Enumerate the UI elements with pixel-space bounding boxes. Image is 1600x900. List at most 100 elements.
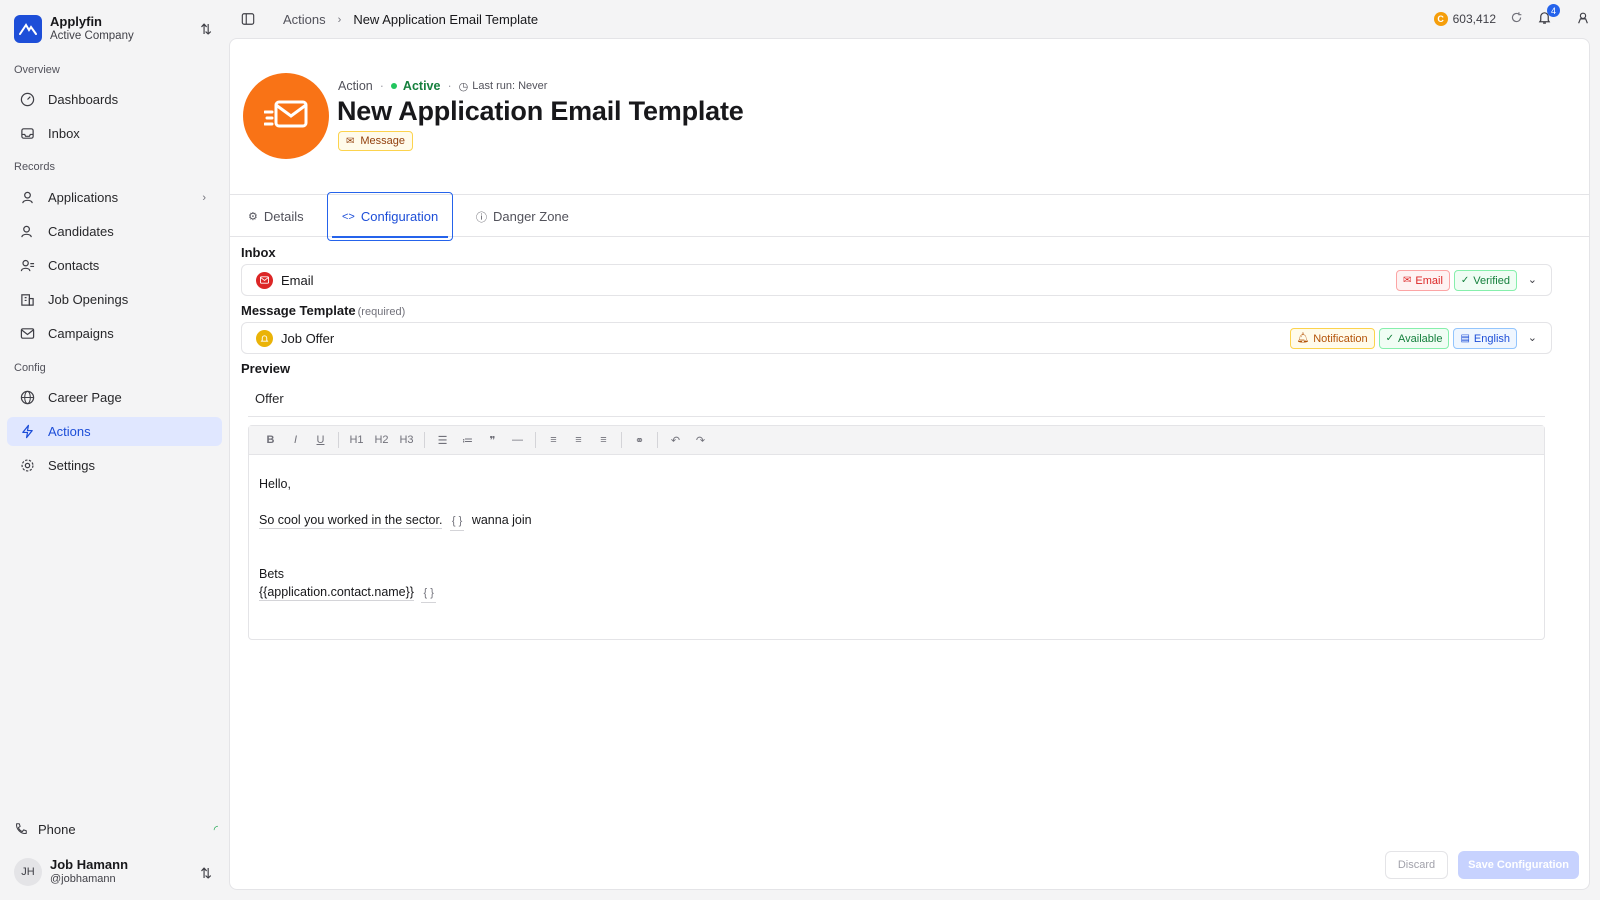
underline-button[interactable]: U (308, 429, 333, 451)
tab-label: Details (263, 209, 304, 224)
save-configuration-button[interactable]: Save Configuration (1458, 851, 1579, 879)
gear-icon (19, 458, 35, 474)
align-left-icon[interactable]: ≡ (541, 429, 566, 451)
tab-configuration[interactable]: <> Configuration (327, 192, 454, 241)
switch-company-icon[interactable]: ⇅ (200, 21, 212, 38)
section-label-overview: Overview (14, 64, 60, 76)
tab-details[interactable]: ⚙ Details (234, 192, 318, 241)
credits-value: 603,412 (1452, 12, 1496, 26)
tab-bar: ⚙ Details <> Configuration ⓘ Danger Zone (230, 192, 1589, 241)
switch-user-icon[interactable]: ⇅ (200, 865, 212, 882)
sidebar-item-settings[interactable]: Settings (7, 451, 222, 480)
main-panel: Action · Active · ◷ Last run: Never New A… (229, 38, 1590, 890)
breadcrumb-actions[interactable]: Actions (283, 12, 326, 27)
heading2-button[interactable]: H2 (369, 429, 394, 451)
heading3-button[interactable]: H3 (394, 429, 419, 451)
link-icon[interactable]: ⚭ (627, 429, 652, 451)
variable-chip[interactable]: { } (421, 584, 436, 603)
quote-icon[interactable]: ❞ (480, 429, 505, 451)
rich-text-editor: B I U H1 H2 H3 ☰ ≔ ❞ — ≡ ≡ ≡ ⚭ ↶ ↷ Hello… (248, 425, 1545, 640)
action-avatar (243, 73, 329, 159)
us-flag-icon: ▤ (1460, 333, 1470, 344)
sidebar-item-label: Campaigns (48, 326, 114, 341)
sidebar-item-candidates[interactable]: Candidates (7, 217, 222, 246)
breadcrumb-current: New Application Email Template (353, 12, 539, 27)
coin-icon: C (1433, 12, 1448, 26)
contacts-icon (19, 258, 35, 274)
subject-field[interactable]: Offer (248, 391, 1545, 417)
greeting-line: Hello, (259, 477, 291, 491)
page-title: New Application Email Template (337, 96, 744, 126)
redo-icon[interactable]: ↷ (688, 429, 713, 451)
inbox-select[interactable]: Email ✉ Email ✓ Verified ⌄ (241, 264, 1552, 296)
company-name: Applyfin (50, 14, 102, 29)
available-badge: ✓ Available (1378, 328, 1450, 349)
align-right-icon[interactable]: ≡ (591, 429, 616, 451)
email-icon (256, 271, 273, 289)
sidebar-item-label: Candidates (48, 224, 114, 239)
status-dot (390, 83, 397, 89)
topbar: Actions › New Application Email Template… (229, 0, 1600, 38)
clock-icon: ◷ (458, 80, 469, 93)
signature-line: {{application.contact.name}} { } (259, 583, 1534, 603)
italic-button[interactable]: I (283, 429, 308, 451)
building-icon (19, 292, 35, 308)
toggle-sidebar-icon[interactable] (241, 12, 255, 29)
section-label-records: Records (14, 161, 55, 173)
variable-chip[interactable]: { } (449, 512, 465, 531)
candidate-icon (19, 224, 35, 240)
action-meta: Action · Active · ◷ Last run: Never (338, 79, 548, 93)
sidebar-item-inbox[interactable]: Inbox (7, 119, 222, 148)
tab-danger-zone[interactable]: ⓘ Danger Zone (462, 192, 583, 241)
tab-label: Configuration (360, 209, 439, 224)
avatar: JH (14, 858, 42, 886)
sidebar-item-career-page[interactable]: Career Page (7, 383, 222, 412)
sidebar-item-campaigns[interactable]: Campaigns (7, 319, 222, 348)
breadcrumb: Actions › New Application Email Template (283, 12, 538, 27)
sidebar: Applyfin Active Company ⇅ Overview Dashb… (0, 0, 229, 900)
template-select[interactable]: Job Offer 🔔︎ Notification ✓ Available ▤ Eng… (241, 322, 1552, 354)
sidebar-item-dashboards[interactable]: Dashboards (7, 85, 222, 114)
align-center-icon[interactable]: ≡ (566, 429, 591, 451)
chevron-right-icon: › (202, 191, 206, 204)
phone-button[interactable]: Phone ◜ (14, 818, 220, 840)
undo-icon[interactable]: ↶ (663, 429, 688, 451)
notifications-button[interactable]: 4 (1537, 4, 1560, 28)
bullet-list-icon[interactable]: ☰ (430, 429, 455, 451)
sidebar-item-label: Contacts (48, 258, 100, 273)
refresh-icon[interactable] (1510, 11, 1523, 27)
heading1-button[interactable]: H1 (344, 429, 369, 451)
numbered-list-icon[interactable]: ≔ (455, 429, 480, 451)
channel-badge: ✉ Email (1396, 270, 1450, 291)
template-value: Job Offer (281, 330, 335, 346)
editor-content[interactable]: Hello, So cool you worked in the sector.… (249, 455, 1544, 621)
sidebar-item-applications[interactable]: Applications › (7, 183, 222, 212)
type-badge-label: Message (360, 135, 406, 147)
kind-label: Action (338, 79, 373, 93)
sidebar-item-label: Actions (48, 424, 91, 439)
notification-count: 4 (1547, 4, 1560, 17)
company-switcher[interactable]: Applyfin Active Company ⇅ (14, 13, 220, 45)
discard-button[interactable]: Discard (1384, 851, 1449, 879)
account-icon[interactable] (1576, 11, 1590, 28)
gear-icon: ⚙ (248, 211, 258, 223)
user-handle: @jobhamann (50, 873, 116, 885)
body-line: So cool you worked in the sector. { } wa… (259, 511, 1534, 531)
chevron-down-icon[interactable]: ⌄ (1528, 331, 1537, 344)
sidebar-item-actions[interactable]: Actions (7, 417, 222, 446)
dashboard-icon (19, 92, 35, 108)
language-badge: ▤ English (1453, 328, 1517, 349)
chevron-down-icon[interactable]: ⌄ (1528, 273, 1537, 286)
user-menu[interactable]: JH Job Hamann @jobhamann ⇅ (14, 856, 220, 888)
sidebar-item-contacts[interactable]: Contacts (7, 251, 222, 280)
bold-button[interactable]: B (258, 429, 283, 451)
sidebar-item-label: Applications (48, 190, 119, 205)
credits-balance: C 603,412 (1433, 12, 1496, 26)
company-subtitle: Active Company (50, 30, 134, 42)
tab-label: Danger Zone (493, 209, 569, 224)
section-label-config: Config (14, 362, 46, 374)
sidebar-item-label: Inbox (48, 126, 80, 141)
sidebar-item-job-openings[interactable]: Job Openings (7, 285, 222, 314)
horizontal-rule-icon[interactable]: — (505, 429, 530, 451)
inbox-value: Email (281, 272, 314, 288)
